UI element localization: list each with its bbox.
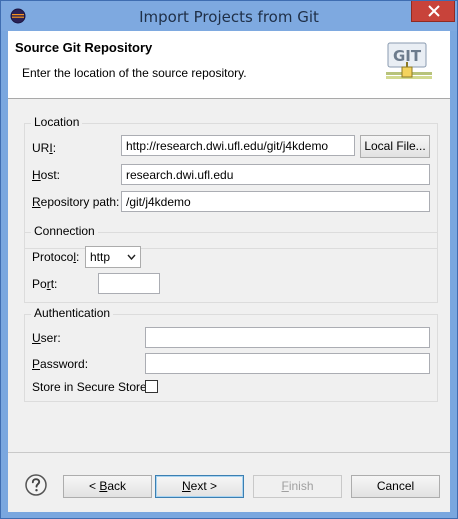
user-input[interactable]: [145, 327, 430, 348]
uri-label: URI:: [32, 141, 57, 155]
location-legend: Location: [31, 115, 83, 129]
port-input[interactable]: [98, 273, 160, 294]
host-label: Host:: [32, 168, 61, 182]
page-title: Source Git Repository: [15, 40, 153, 55]
secure-store-checkbox[interactable]: [145, 380, 158, 393]
protocol-select[interactable]: http: [85, 246, 141, 268]
uri-input[interactable]: http://research.dwi.ufl.edu/git/j4kdemo: [121, 135, 355, 156]
title-bar[interactable]: Import Projects from Git: [1, 1, 457, 31]
port-label: Port:: [32, 277, 58, 291]
repository-path-label: Repository path:: [32, 195, 120, 209]
password-label: Password:: [32, 357, 89, 371]
repository-path-input[interactable]: /git/j4kdemo: [121, 191, 430, 212]
help-icon[interactable]: [25, 474, 47, 496]
page-description: Enter the location of the source reposit…: [22, 66, 247, 80]
protocol-label: Protocol:: [32, 250, 80, 264]
back-button[interactable]: < Back: [63, 475, 152, 498]
protocol-selected-value: http: [90, 250, 111, 264]
host-input[interactable]: research.dwi.ufl.edu: [121, 164, 430, 185]
cancel-button[interactable]: Cancel: [351, 475, 440, 498]
wizard-banner: Source Git Repository Enter the location…: [8, 31, 450, 99]
connection-legend: Connection: [31, 224, 98, 238]
dialog-content: Source Git Repository Enter the location…: [8, 31, 450, 512]
password-input[interactable]: [145, 353, 430, 374]
next-button[interactable]: Next >: [155, 475, 244, 498]
git-repository-icon: GIT: [386, 42, 432, 79]
chevron-down-icon: [127, 254, 136, 260]
user-label: User:: [32, 331, 61, 345]
import-projects-dialog: Import Projects from Git Source Git Repo…: [0, 0, 458, 519]
close-button[interactable]: [411, 1, 455, 22]
window-title: Import Projects from Git: [139, 8, 319, 26]
footer-separator: [8, 452, 450, 453]
authentication-legend: Authentication: [31, 306, 114, 320]
close-icon: [428, 5, 440, 17]
secure-store-label: Store in Secure Store: [32, 380, 147, 394]
local-file-button[interactable]: Local File...: [360, 135, 430, 158]
finish-button[interactable]: Finish: [253, 475, 342, 498]
